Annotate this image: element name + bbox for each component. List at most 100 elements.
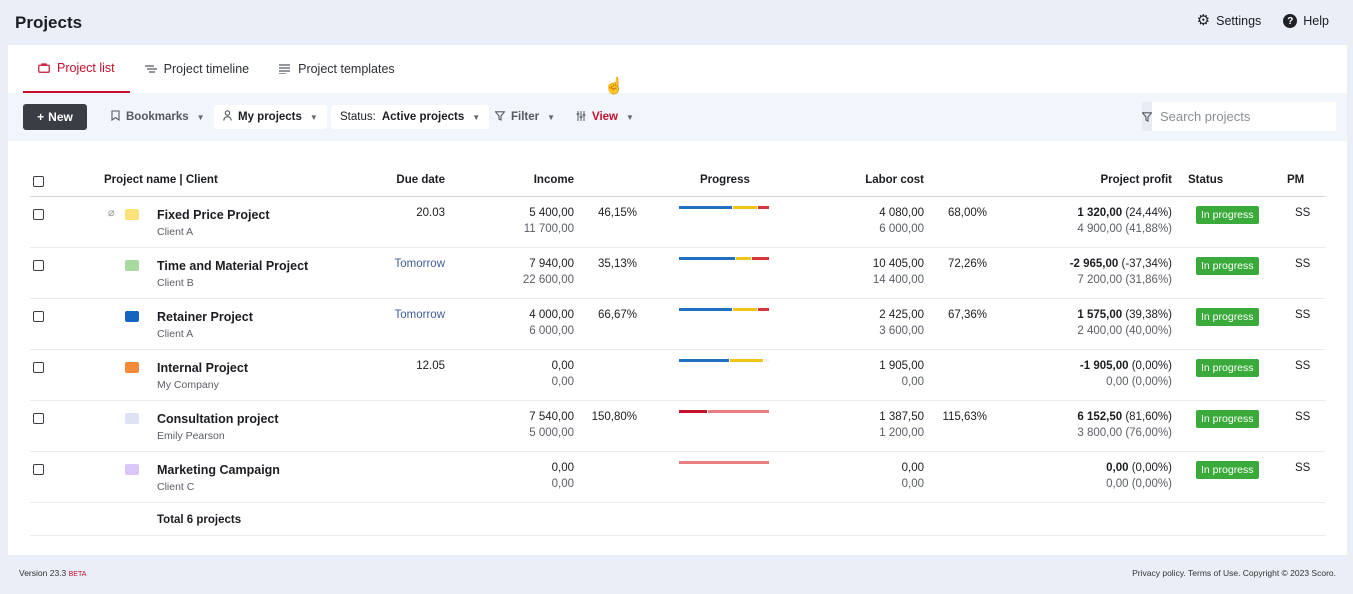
project-name[interactable]: Consultation project: [157, 412, 279, 426]
total-row: Total 6 projects: [30, 503, 1325, 536]
row-checkbox[interactable]: [33, 311, 44, 322]
income-planned: 0,00: [551, 478, 574, 490]
row-checkbox[interactable]: [33, 209, 44, 220]
col-progress[interactable]: Progress: [700, 174, 750, 186]
folder-icon: [125, 413, 139, 424]
table-row[interactable]: Consultation project Emily Pearson 7 540,0…: [30, 401, 1325, 452]
status-badge: In progress: [1196, 257, 1259, 275]
caret-down-icon: ▼: [547, 112, 556, 122]
search-box: [1142, 102, 1336, 131]
income-percent: 35,13%: [597, 258, 637, 270]
caret-down-icon: ▼: [626, 112, 634, 122]
income-actual: 4 000,00: [529, 309, 574, 321]
table-row[interactable]: Marketing Campaign Client C 0,00 0,00 0,00 0,…: [30, 452, 1325, 503]
beta-badge: BETA: [68, 571, 87, 578]
paperclip-icon: ⌀: [108, 207, 115, 219]
settings-link[interactable]: ⚙ Settings: [1197, 13, 1262, 28]
col-income[interactable]: Income: [534, 174, 574, 186]
profit-planned: 7 200,00 (31,86%): [1077, 274, 1172, 286]
view-dropdown[interactable]: View ▼: [567, 105, 643, 129]
tab-project-templates[interactable]: Project templates: [264, 45, 410, 93]
projects-table: Project name | Client Due date Income Pr…: [30, 166, 1325, 536]
new-button[interactable]: + New: [23, 104, 87, 130]
search-input[interactable]: [1152, 102, 1336, 131]
progress-segment: [679, 257, 736, 260]
client-name: Client C: [157, 481, 195, 493]
help-icon: ?: [1283, 14, 1298, 28]
bookmark-icon: [111, 110, 120, 124]
search-filter-button[interactable]: [1142, 102, 1152, 131]
table-row[interactable]: ⌀ Fixed Price Project Client A 20.03 5 400,0…: [30, 197, 1325, 248]
due-date: 12.05: [416, 360, 445, 372]
folder-icon: [125, 362, 139, 373]
my-projects-dropdown[interactable]: My projects ▼: [214, 105, 327, 129]
progress-segment: [679, 359, 730, 362]
row-checkbox[interactable]: [33, 464, 44, 475]
filter-icon: [494, 110, 506, 124]
caret-down-icon: ▼: [196, 112, 205, 122]
status-badge: In progress: [1196, 308, 1259, 326]
version-label: Version 23.3: [19, 568, 67, 578]
client-name: Emily Pearson: [157, 430, 225, 442]
progress-segment: [757, 206, 770, 209]
plus-icon: +: [37, 110, 45, 124]
progress-segment: [708, 410, 769, 413]
col-profit[interactable]: Project profit: [1100, 174, 1172, 186]
profit-actual: 1 575,00 (39,38%): [1077, 309, 1172, 321]
labor-percent: 72,26%: [947, 258, 987, 270]
project-name[interactable]: Marketing Campaign: [157, 463, 280, 477]
project-name[interactable]: Fixed Price Project: [157, 208, 270, 222]
labor-planned: 14 400,00: [872, 274, 924, 286]
bookmarks-dropdown[interactable]: Bookmarks ▼: [102, 105, 214, 129]
labor-percent: 115,63%: [942, 411, 987, 423]
progress-bar: [679, 257, 769, 260]
col-labor[interactable]: Labor cost: [865, 174, 924, 186]
profit-actual: 6 152,50 (81,60%): [1077, 411, 1172, 423]
profit-actual: -2 965,00 (-37,34%): [1069, 258, 1172, 270]
tab-label: Project timeline: [163, 62, 250, 76]
hand-cursor-icon: ☝: [604, 78, 624, 95]
status-dropdown[interactable]: Status: Active projects ▼: [331, 105, 490, 129]
table-row[interactable]: Internal Project My Company 12.05 0,00 0,00 1…: [30, 350, 1325, 401]
income-percent: 66,67%: [597, 309, 637, 321]
progress-segment: [732, 206, 757, 209]
profit-planned: 3 800,00 (76,00%): [1077, 427, 1172, 439]
row-checkbox[interactable]: [33, 413, 44, 424]
folder-icon: [125, 464, 139, 475]
folder-icon: [125, 311, 139, 322]
main-panel: Project list Project timeline Project te…: [8, 45, 1347, 555]
project-name[interactable]: Retainer Project: [157, 310, 253, 324]
pm-initials: SS: [1295, 411, 1311, 423]
table-row[interactable]: Time and Material Project Client B Tomorro…: [30, 248, 1325, 299]
row-checkbox[interactable]: [33, 260, 44, 271]
select-all-checkbox[interactable]: [33, 176, 44, 187]
client-name: My Company: [157, 379, 219, 391]
filter-dropdown[interactable]: Filter ▼: [486, 105, 564, 129]
my-projects-label: My projects: [238, 111, 302, 123]
settings-label: Settings: [1216, 14, 1262, 28]
version-info: Version 23.3 BETA: [19, 568, 86, 578]
tab-label: Project templates: [298, 62, 395, 76]
income-actual: 7 940,00: [529, 258, 574, 270]
project-name[interactable]: Internal Project: [157, 361, 248, 375]
labor-actual: 10 405,00: [872, 258, 924, 270]
row-checkbox[interactable]: [33, 362, 44, 373]
income-percent: 46,15%: [597, 207, 637, 219]
col-status[interactable]: Status: [1188, 174, 1223, 186]
list-icon: [279, 64, 291, 74]
tab-project-list[interactable]: Project list: [23, 45, 130, 93]
table-row[interactable]: Retainer Project Client A Tomorrow 4 000,00…: [30, 299, 1325, 350]
labor-actual: 4 080,00: [879, 207, 924, 219]
progress-bar: [679, 410, 769, 413]
progress-bar: [679, 359, 769, 362]
project-name[interactable]: Time and Material Project: [157, 259, 308, 273]
col-pm[interactable]: PM: [1287, 174, 1304, 186]
income-planned: 11 700,00: [523, 223, 574, 235]
progress-segment: [763, 359, 769, 362]
help-link[interactable]: ? Help: [1283, 14, 1329, 28]
col-due[interactable]: Due date: [396, 174, 445, 186]
footer-legal[interactable]: Privacy policy. Terms of Use. Copyright …: [1132, 568, 1336, 578]
user-icon: [223, 110, 232, 124]
col-name[interactable]: Project name | Client: [104, 174, 218, 186]
tab-project-timeline[interactable]: Project timeline: [130, 45, 264, 93]
